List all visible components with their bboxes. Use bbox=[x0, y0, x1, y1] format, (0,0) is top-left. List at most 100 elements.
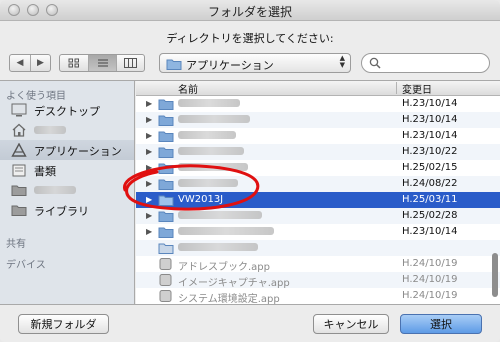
back-button[interactable]: ◀ bbox=[10, 55, 30, 71]
table-row[interactable]: イメージキャプチャ.app H.24/10/19 bbox=[136, 272, 500, 289]
table-row[interactable]: ▶ H.25/02/15 bbox=[136, 160, 500, 176]
file-list: 名前 変更日 ▶ H.23/10/14 ▶ H.23/10/14 ▶ H.23/10/14… bbox=[136, 81, 500, 304]
folder-icon bbox=[158, 115, 174, 126]
new-folder-button[interactable]: 新規フォルダ bbox=[18, 314, 109, 334]
row-modified-date: H.23/10/22 bbox=[402, 146, 458, 157]
location-label: アプリケーション bbox=[186, 59, 274, 72]
column-view-button[interactable] bbox=[116, 55, 144, 71]
disclosure-triangle-icon[interactable]: ▶ bbox=[146, 179, 152, 188]
folder-icon bbox=[158, 211, 174, 222]
folder-icon bbox=[11, 185, 27, 196]
folder-icon bbox=[158, 163, 174, 174]
view-mode-control bbox=[59, 54, 145, 72]
forward-button[interactable]: ▶ bbox=[30, 55, 50, 71]
sidebar-item-documents[interactable]: 書類 bbox=[0, 160, 134, 180]
nav-buttons: ◀ ▶ bbox=[9, 54, 51, 72]
row-name: アドレスブック.app bbox=[178, 262, 271, 273]
row-name bbox=[178, 146, 244, 157]
disclosure-triangle-icon[interactable]: ▶ bbox=[146, 115, 152, 124]
sidebar-item-label: デスクトップ bbox=[34, 105, 100, 118]
folder-select-dialog: フォルダを選択 ディレクトリを選択してください: ◀ ▶ アプリケーション ▲ ▼… bbox=[0, 0, 500, 342]
search-field[interactable] bbox=[361, 53, 490, 73]
sidebar-item-library[interactable]: ライブラリ bbox=[0, 200, 134, 220]
sidebar-header-devices: デバイス bbox=[6, 260, 46, 271]
row-modified-date: H.24/10/19 bbox=[402, 258, 458, 269]
folder-icon bbox=[166, 59, 182, 70]
row-name: システム環境設定.app bbox=[178, 294, 280, 304]
folder-icon bbox=[158, 179, 174, 190]
sidebar-item-home[interactable] bbox=[0, 120, 134, 140]
table-row[interactable] bbox=[136, 240, 500, 256]
title-bar: フォルダを選択 bbox=[0, 0, 500, 21]
sidebar-item-label bbox=[34, 183, 76, 196]
application-icon bbox=[159, 258, 172, 270]
table-row[interactable]: ▶ H.23/10/22 bbox=[136, 144, 500, 160]
row-name: イメージキャプチャ.app bbox=[178, 278, 290, 289]
table-row[interactable]: ▶ VW2013J H.25/03/11 bbox=[136, 192, 500, 208]
list-header: 名前 変更日 bbox=[136, 81, 500, 96]
row-modified-date: H.24/10/19 bbox=[402, 274, 458, 285]
disclosure-triangle-icon[interactable]: ▶ bbox=[146, 211, 152, 220]
table-row[interactable]: ▶ H.23/10/14 bbox=[136, 128, 500, 144]
sidebar-item-label bbox=[34, 123, 66, 136]
row-name bbox=[178, 98, 240, 109]
sidebar-header-shared: 共有 bbox=[6, 239, 26, 250]
table-row[interactable]: アドレスブック.app H.24/10/19 bbox=[136, 256, 500, 273]
disclosure-triangle-icon[interactable]: ▶ bbox=[146, 131, 152, 140]
disclosure-triangle-icon[interactable]: ▶ bbox=[146, 99, 152, 108]
scrollbar[interactable] bbox=[492, 253, 498, 297]
application-icon bbox=[159, 274, 172, 286]
row-name bbox=[178, 242, 258, 253]
location-popup[interactable]: アプリケーション ▲ ▼ bbox=[159, 53, 351, 73]
table-row[interactable]: ▶ H.24/08/22 bbox=[136, 176, 500, 192]
icon-view-button[interactable] bbox=[60, 55, 88, 71]
row-name: VW2013J bbox=[178, 194, 224, 205]
table-row[interactable]: ▶ H.23/10/14 bbox=[136, 96, 500, 112]
folder-icon bbox=[158, 99, 174, 110]
sidebar-item-desktop[interactable]: デスクトップ bbox=[0, 100, 134, 120]
sidebar-item-label: 書類 bbox=[34, 165, 56, 178]
disclosure-triangle-icon[interactable]: ▶ bbox=[146, 163, 152, 172]
row-name bbox=[178, 226, 274, 237]
row-modified-date: H.23/10/14 bbox=[402, 130, 458, 141]
divider bbox=[396, 82, 397, 94]
window-title: フォルダを選択 bbox=[207, 5, 292, 19]
table-row[interactable]: ▶ H.23/10/14 bbox=[136, 112, 500, 128]
cancel-button[interactable]: キャンセル bbox=[313, 314, 389, 334]
folder-icon bbox=[11, 205, 27, 216]
sidebar-item-label: アプリケーション bbox=[34, 145, 122, 158]
table-row[interactable]: システム環境設定.app H.24/10/19 bbox=[136, 288, 500, 304]
home-icon bbox=[12, 123, 26, 137]
disclosure-triangle-icon[interactable]: ▶ bbox=[146, 195, 152, 204]
row-name bbox=[178, 162, 248, 173]
dialog-footer: 新規フォルダ キャンセル 選択 bbox=[0, 304, 500, 342]
disclosure-triangle-icon[interactable]: ▶ bbox=[146, 147, 152, 156]
row-modified-date: H.23/10/14 bbox=[402, 98, 458, 109]
sidebar: よく使う項目 デスクトップ アプリケーション 書類 ライブラリ 共有 デバイス bbox=[0, 81, 135, 304]
row-name bbox=[178, 114, 250, 125]
row-modified-date: H.23/10/14 bbox=[402, 226, 458, 237]
column-header-modified[interactable]: 変更日 bbox=[402, 81, 432, 96]
row-modified-date: H.25/02/15 bbox=[402, 162, 458, 173]
row-name bbox=[178, 130, 236, 141]
list-view-button[interactable] bbox=[88, 55, 116, 71]
table-row[interactable]: ▶ H.25/02/28 bbox=[136, 208, 500, 224]
application-icon bbox=[159, 290, 172, 302]
folder-icon bbox=[158, 195, 174, 206]
row-modified-date: H.25/03/11 bbox=[402, 194, 458, 205]
list-view-icon bbox=[97, 59, 108, 67]
chevron-updown-icon: ▲ ▼ bbox=[339, 54, 345, 69]
sidebar-item-applications[interactable]: アプリケーション bbox=[0, 140, 134, 160]
table-row[interactable]: ▶ H.23/10/14 bbox=[136, 224, 500, 240]
row-modified-date: H.24/10/19 bbox=[402, 290, 458, 301]
folder-icon bbox=[158, 131, 174, 142]
applications-icon bbox=[11, 143, 27, 157]
sidebar-item-folder[interactable] bbox=[0, 180, 134, 200]
search-icon bbox=[369, 57, 381, 69]
dialog-prompt: ディレクトリを選択してください: bbox=[166, 32, 334, 45]
folder-icon bbox=[158, 243, 174, 254]
column-header-name[interactable]: 名前 bbox=[178, 81, 198, 96]
choose-button[interactable]: 選択 bbox=[400, 314, 482, 334]
disclosure-triangle-icon[interactable]: ▶ bbox=[146, 227, 152, 236]
folder-icon bbox=[158, 227, 174, 238]
